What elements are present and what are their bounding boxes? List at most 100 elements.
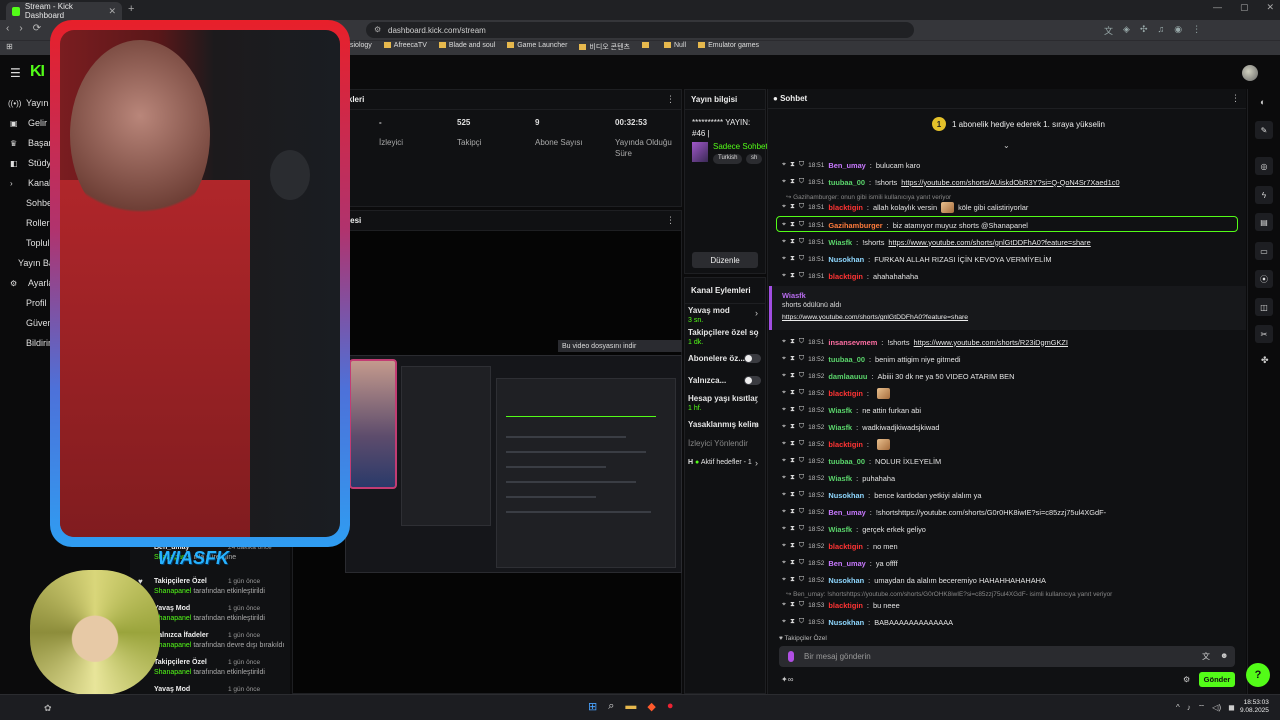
timeout-icon[interactable]: ⧗ bbox=[790, 576, 795, 584]
chat-message[interactable]: ⌖ ⧗ ⛉ 18:52 Ben_umay: !shortshttps://youtube.… bbox=[782, 506, 1106, 518]
timeout-icon[interactable]: ⧗ bbox=[790, 238, 795, 246]
timeout-icon[interactable]: ⧗ bbox=[790, 423, 795, 431]
pin-icon[interactable]: ⌖ bbox=[782, 355, 786, 363]
minimize-icon[interactable]: — bbox=[1213, 2, 1222, 13]
chat-message[interactable]: ⌖ ⧗ ⛉ 18:51 Gazihamburger: biz atamıyor muyuz… bbox=[782, 219, 1028, 231]
translate-icon[interactable]: 文 bbox=[1202, 651, 1210, 662]
pin-icon[interactable]: ⌖ bbox=[782, 440, 786, 448]
chat-message[interactable]: ⌖ ⧗ ⛉ 18:52 blacktigin: no men bbox=[782, 540, 898, 552]
bolt-icon[interactable]: ϟ bbox=[1255, 186, 1273, 204]
timeout-icon[interactable]: ⧗ bbox=[790, 272, 795, 280]
chat-message[interactable]: ⌖ ⧗ ⛉ 18:52 Wiasfk: ne attin furkan abi bbox=[782, 404, 921, 416]
puzzle-icon[interactable]: ✣ bbox=[1140, 24, 1148, 37]
chat-message[interactable]: ⌖ ⧗ ⛉ 18:52 Ben_umay: ya offff bbox=[782, 557, 898, 569]
stream-preview-video[interactable] bbox=[345, 355, 682, 573]
kebab-menu-icon[interactable]: ⋮ bbox=[666, 94, 675, 105]
chat-message[interactable]: ⌖ ⧗ ⛉ 18:52 Wiasfk: gerçek erkek geliyo bbox=[782, 523, 926, 535]
pin-icon[interactable]: ⌖ bbox=[782, 238, 786, 246]
timeout-icon[interactable]: ⧗ bbox=[790, 559, 795, 567]
sidebar-item-community[interactable]: Toplul bbox=[26, 238, 50, 248]
sidebar-item-security[interactable]: Güven bbox=[26, 318, 53, 328]
network-icon[interactable]: ⌔ bbox=[1198, 703, 1206, 713]
chat-message[interactable]: ⌖ ⧗ ⛉ 18:52 Nusokhan: bence kardodan yetkiyi … bbox=[782, 489, 981, 501]
send-button[interactable]: Gönder bbox=[1199, 672, 1235, 687]
stack-icon[interactable]: ◫ bbox=[1255, 298, 1273, 316]
tag-chip[interactable]: sh bbox=[746, 154, 763, 164]
broadcast-icon[interactable]: ⦿ bbox=[1255, 270, 1273, 288]
chat-message[interactable]: ⌖ ⧗ ⛉ 18:51 tuubaa_00: !shorts https://youtub… bbox=[782, 176, 1120, 188]
bookmark-item[interactable]: Null bbox=[664, 42, 686, 52]
pin-icon[interactable]: ⌖ bbox=[782, 457, 786, 465]
message-username[interactable]: Gazihamburger bbox=[828, 221, 882, 230]
close-window-icon[interactable]: ✕ bbox=[1266, 2, 1274, 13]
edit-button[interactable]: Düzenle bbox=[692, 252, 758, 268]
message-username[interactable]: tuubaa_00 bbox=[828, 355, 865, 364]
pin-icon[interactable]: ⌖ bbox=[782, 559, 786, 567]
music-icon[interactable]: ♫ bbox=[1157, 24, 1164, 37]
timeout-icon[interactable]: ⧗ bbox=[790, 178, 795, 186]
target-icon[interactable]: ◎ bbox=[1255, 157, 1273, 175]
forward-icon[interactable]: › bbox=[19, 23, 22, 34]
chat-message[interactable]: ⌖ ⧗ ⛉ 18:53 blacktigin: bu neee bbox=[782, 599, 900, 611]
mic-icon[interactable] bbox=[788, 651, 794, 662]
volume-icon[interactable]: ◁) bbox=[1212, 703, 1221, 713]
download-video-bar[interactable]: Bu video dosyasını indir bbox=[558, 340, 682, 352]
hamburger-menu-icon[interactable]: ☰ bbox=[10, 66, 21, 80]
user-avatar[interactable] bbox=[1242, 65, 1258, 81]
timeout-icon[interactable]: ⧗ bbox=[790, 255, 795, 263]
chat-message[interactable]: ⌖ ⧗ ⛉ 18:52 blacktigin: bbox=[782, 387, 890, 399]
action-slow-mode[interactable]: Yavaş mod 3 sn. bbox=[688, 306, 730, 326]
message-username[interactable]: blacktigin bbox=[828, 440, 863, 449]
pin-icon[interactable]: ⌖ bbox=[782, 338, 786, 346]
chat-message[interactable]: ⌖ ⧗ ⛉ 18:51 Wiasfk: !shorts https://www.youtu… bbox=[782, 236, 1091, 248]
redeem-link[interactable]: https://www.youtube.com/shorts/gnlGtDDFh… bbox=[782, 314, 968, 321]
back-icon[interactable]: ‹ bbox=[6, 23, 9, 34]
action-raid[interactable]: İzleyici Yönlendir bbox=[688, 439, 748, 449]
bookmark-cut[interactable]: siology bbox=[350, 42, 372, 52]
chat-input[interactable]: Bir mesaj gönderin bbox=[779, 646, 1235, 667]
close-tab-icon[interactable]: ✕ bbox=[108, 6, 116, 17]
pin-icon[interactable]: ⌖ bbox=[782, 221, 786, 229]
message-username[interactable]: Wiasfk bbox=[828, 238, 852, 247]
chat-message[interactable]: ⌖ ⧗ ⛉ 18:52 tuubaa_00: NOLUR İXLEYELİM bbox=[782, 455, 941, 467]
message-username[interactable]: Nusokhan bbox=[828, 491, 864, 500]
chat-message[interactable]: ⌖ ⧗ ⛉ 18:53 Nusokhan: BABAAAAAAAAAAAAA bbox=[782, 616, 953, 628]
sidebar-item-settings[interactable]: ⚙ Ayarla bbox=[10, 278, 53, 288]
chat-message[interactable]: ⌖ ⧗ ⛉ 18:52 damlaauuu: Abiiii 30 dk ne ya 50 … bbox=[782, 370, 1014, 382]
search-icon[interactable]: ⌕ bbox=[608, 700, 614, 713]
message-username[interactable]: blacktigin bbox=[828, 272, 863, 281]
message-username[interactable]: Wiasfk bbox=[828, 525, 852, 534]
message-link[interactable]: https://youtube.com/shorts/AUiskdObR3Y?s… bbox=[901, 178, 1119, 187]
chat-settings-icon[interactable]: ⚙ bbox=[1183, 675, 1190, 684]
pin-icon[interactable]: ⌖ bbox=[782, 406, 786, 414]
pin-icon[interactable]: ⌖ bbox=[782, 203, 786, 211]
chat-message[interactable]: ⌖ ⧗ ⛉ 18:52 Wiasfk: wadkiwadjkiwadsjkiwad bbox=[782, 421, 939, 433]
chat-message[interactable]: ⌖ ⧗ ⛉ 18:51 Ben_umay: bulucam karo bbox=[782, 159, 920, 171]
pin-icon[interactable]: ⌖ bbox=[782, 255, 786, 263]
chevron-up-icon[interactable]: ^ bbox=[1176, 703, 1180, 713]
pinned-expand-icon[interactable]: ⌄ bbox=[1003, 141, 1010, 150]
timeout-icon[interactable]: ⧗ bbox=[790, 457, 795, 465]
chat-icon[interactable]: ▭ bbox=[1255, 242, 1273, 260]
chat-message[interactable]: ⌖ ⧗ ⛉ 18:52 tuubaa_00: benim attigim niye git… bbox=[782, 353, 960, 365]
emotes-only-toggle[interactable] bbox=[744, 376, 761, 385]
sidebar-item-profile[interactable]: Profil bbox=[26, 298, 47, 308]
chat-message[interactable]: ⌖ ⧗ ⛉ 18:51 blacktigin: allah kolaylık versin… bbox=[782, 201, 1028, 213]
message-username[interactable]: tuubaa_00 bbox=[828, 178, 865, 187]
menu-dots-icon[interactable]: ⋮ bbox=[1192, 24, 1201, 37]
translate-icon[interactable]: 文 bbox=[1104, 24, 1113, 37]
browser-tab[interactable]: Stream - Kick Dashboard ✕ bbox=[6, 2, 122, 20]
message-link[interactable]: https://www.youtube.com/shorts/gnlGtDDFh… bbox=[888, 238, 1090, 247]
bookmark-item[interactable]: 비디오 콘텐츠 bbox=[579, 42, 630, 52]
sidebar-item-chat[interactable]: Sohbe bbox=[26, 198, 52, 208]
help-icon[interactable]: ? bbox=[1246, 663, 1270, 687]
pin-icon[interactable]: ⌖ bbox=[782, 423, 786, 431]
pin-icon[interactable]: ⌖ bbox=[782, 178, 786, 186]
pin-icon[interactable]: ⌖ bbox=[782, 372, 786, 380]
tools-icon[interactable]: ✂ bbox=[1255, 325, 1273, 343]
message-username[interactable]: Ben_umay bbox=[828, 559, 865, 568]
message-username[interactable]: Wiasfk bbox=[828, 423, 852, 432]
pin-icon[interactable]: ⌖ bbox=[782, 474, 786, 482]
action-active-goals[interactable]: H ● Aktif hedefler - 1 bbox=[688, 458, 752, 468]
sub-goal-banner[interactable]: 11 abonelik hediye ederek 1. sıraya yüks… bbox=[932, 117, 1105, 131]
